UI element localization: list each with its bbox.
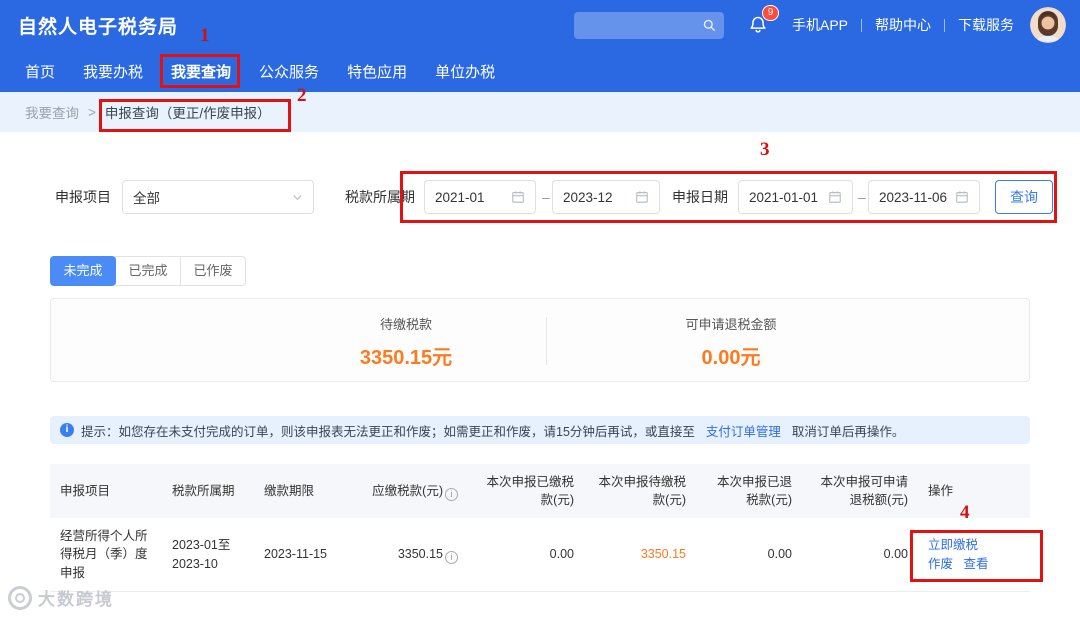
watermark: 大数跨境	[8, 585, 114, 610]
declare-date-label: 申报日期	[672, 189, 728, 205]
info-icon	[445, 487, 458, 501]
declare-date-start-value: 2021-01-01	[749, 189, 819, 205]
summary-card: 待缴税款 3350.15元 可申请退税金额 0.00元	[50, 298, 1030, 382]
calendar-icon	[511, 190, 525, 204]
notification-badge: 9	[761, 5, 779, 21]
col-payable: 应缴税款(元)	[350, 473, 468, 510]
table-row: 经营所得个人所得税月（季）度申报 2023-01至2023-10 2023-11…	[50, 518, 1030, 593]
divider	[944, 18, 945, 32]
cell-actions: 立即缴税 作废 查看	[918, 528, 1030, 582]
tax-period-label: 税款所属期	[345, 189, 415, 205]
col-refundable: 本次申报可申请退税额(元)	[820, 475, 908, 508]
calendar-icon	[635, 190, 649, 204]
payment-order-management-link[interactable]: 支付订单管理	[706, 421, 781, 440]
link-help-center[interactable]: 帮助中心	[875, 15, 931, 35]
link-download-service[interactable]: 下载服务	[958, 15, 1014, 35]
refundable-value: 0.00元	[701, 347, 761, 369]
nav-item-unit-tax[interactable]: 单位办税	[435, 61, 495, 82]
project-select[interactable]: 全部	[122, 180, 314, 214]
breadcrumb: 我要查询 > 申报查询（更正/作废申报）	[0, 92, 1080, 132]
notifications-button[interactable]: 9	[748, 5, 779, 35]
cell-refunded: 0.00	[767, 547, 792, 562]
col-tax-period: 税款所属期	[172, 484, 235, 499]
declare-date-end-value: 2023-11-06	[879, 189, 948, 205]
void-link[interactable]: 作废	[928, 557, 953, 571]
watermark-text: 大数跨境	[38, 590, 114, 609]
main-nav: 首页 我要办税 我要查询 公众服务 特色应用 单位办税	[0, 50, 1080, 92]
declare-date-start-input[interactable]: 2021-01-01	[738, 180, 853, 214]
breadcrumb-current: 申报查询（更正/作废申报）	[104, 106, 271, 121]
app-logo: 自然人电子税务局	[18, 16, 179, 38]
status-tabs: 未完成 已完成 已作废	[50, 256, 246, 286]
annotation-number-3: 3	[760, 139, 770, 160]
notice-text: 提示：如您存在未支付完成的订单，则该申报表无法更正和作废；如需更正和作废，请15…	[81, 424, 695, 439]
cell-pending: 3350.15	[640, 547, 686, 562]
tab-unfinished[interactable]: 未完成	[50, 256, 116, 286]
tax-period-end-value: 2023-12	[563, 189, 613, 205]
header-right: 9 手机APP 帮助中心 下载服务	[573, 5, 1066, 43]
watermark-logo-icon	[8, 585, 32, 610]
tax-period-start-input[interactable]: 2021-01	[424, 180, 536, 214]
notice-text-suffix: 取消订单后再操作。	[791, 424, 905, 439]
refundable-summary: 可申请退税金额 0.00元	[621, 314, 841, 370]
nav-item-public-service[interactable]: 公众服务	[259, 61, 319, 82]
avatar[interactable]	[1030, 7, 1066, 43]
declaration-table: 申报项目 税款所属期 缴款期限 应缴税款(元) 本次申报已缴税款(元) 本次申报…	[50, 464, 1030, 593]
tab-completed[interactable]: 已完成	[115, 256, 181, 286]
col-refunded: 本次申报已退税款(元)	[716, 475, 792, 508]
info-icon	[60, 423, 74, 437]
breadcrumb-separator: >	[88, 104, 96, 120]
summary-divider	[546, 317, 547, 365]
breadcrumb-parent[interactable]: 我要查询	[25, 102, 79, 122]
calendar-icon	[828, 190, 842, 204]
pending-tax-label: 待缴税款	[379, 317, 432, 332]
cell-refundable: 0.00	[883, 547, 908, 562]
tax-period-end-input[interactable]: 2023-12	[552, 180, 660, 214]
table-header-row: 申报项目 税款所属期 缴款期限 应缴税款(元) 本次申报已缴税款(元) 本次申报…	[50, 464, 1030, 519]
info-icon	[445, 551, 458, 565]
cell-tax-period: 2023-01至2023-10	[172, 538, 231, 571]
pay-now-link[interactable]: 立即缴税	[928, 538, 978, 552]
nav-item-query[interactable]: 我要查询	[171, 61, 231, 82]
col-actions: 操作	[928, 484, 954, 499]
query-button[interactable]: 查询	[995, 180, 1053, 214]
search-input[interactable]	[581, 17, 702, 33]
project-select-value: 全部	[133, 191, 160, 206]
tab-voided[interactable]: 已作废	[180, 256, 246, 286]
col-pending: 本次申报待缴税款(元)	[598, 475, 686, 508]
calendar-icon	[955, 190, 969, 204]
cell-paid: 0.00	[549, 547, 574, 562]
view-link[interactable]: 查看	[964, 557, 989, 571]
top-header: 自然人电子税务局 9 手机APP 帮助中心 下载服务	[0, 0, 1080, 50]
col-deadline: 缴款期限	[264, 484, 315, 499]
nav-item-home[interactable]: 首页	[25, 61, 55, 82]
cell-deadline: 2023-11-15	[264, 547, 328, 562]
search-icon	[702, 18, 716, 32]
range-separator: –	[858, 189, 866, 205]
filter-bar: 申报项目 全部 税款所属期 2021-01 – 2023-12 申报日期 202…	[0, 180, 1080, 214]
tax-period-start-value: 2021-01	[435, 189, 485, 205]
chevron-down-icon	[292, 192, 303, 203]
header-links: 手机APP 帮助中心 下载服务	[792, 15, 1014, 35]
declare-date-end-input[interactable]: 2023-11-06	[868, 180, 980, 214]
header-search[interactable]	[573, 11, 724, 39]
pending-tax-value: 3350.15元	[359, 347, 453, 369]
divider	[861, 18, 862, 32]
notice-bar: 提示：如您存在未支付完成的订单，则该申报表无法更正和作废；如需更正和作废，请15…	[50, 416, 1030, 444]
col-paid: 本次申报已缴税款(元)	[486, 475, 574, 508]
col-project: 申报项目	[60, 484, 111, 499]
refundable-label: 可申请退税金额	[685, 317, 777, 332]
nav-item-tax-handling[interactable]: 我要办税	[83, 61, 143, 82]
project-filter-label: 申报项目	[55, 189, 111, 205]
nav-item-featured-apps[interactable]: 特色应用	[347, 61, 407, 82]
cell-payable: 3350.15	[350, 537, 468, 572]
cell-project: 经营所得个人所得税月（季）度申报	[60, 528, 148, 581]
link-mobile-app[interactable]: 手机APP	[792, 15, 848, 35]
pending-tax-summary: 待缴税款 3350.15元	[296, 314, 516, 370]
range-separator: –	[542, 189, 550, 205]
